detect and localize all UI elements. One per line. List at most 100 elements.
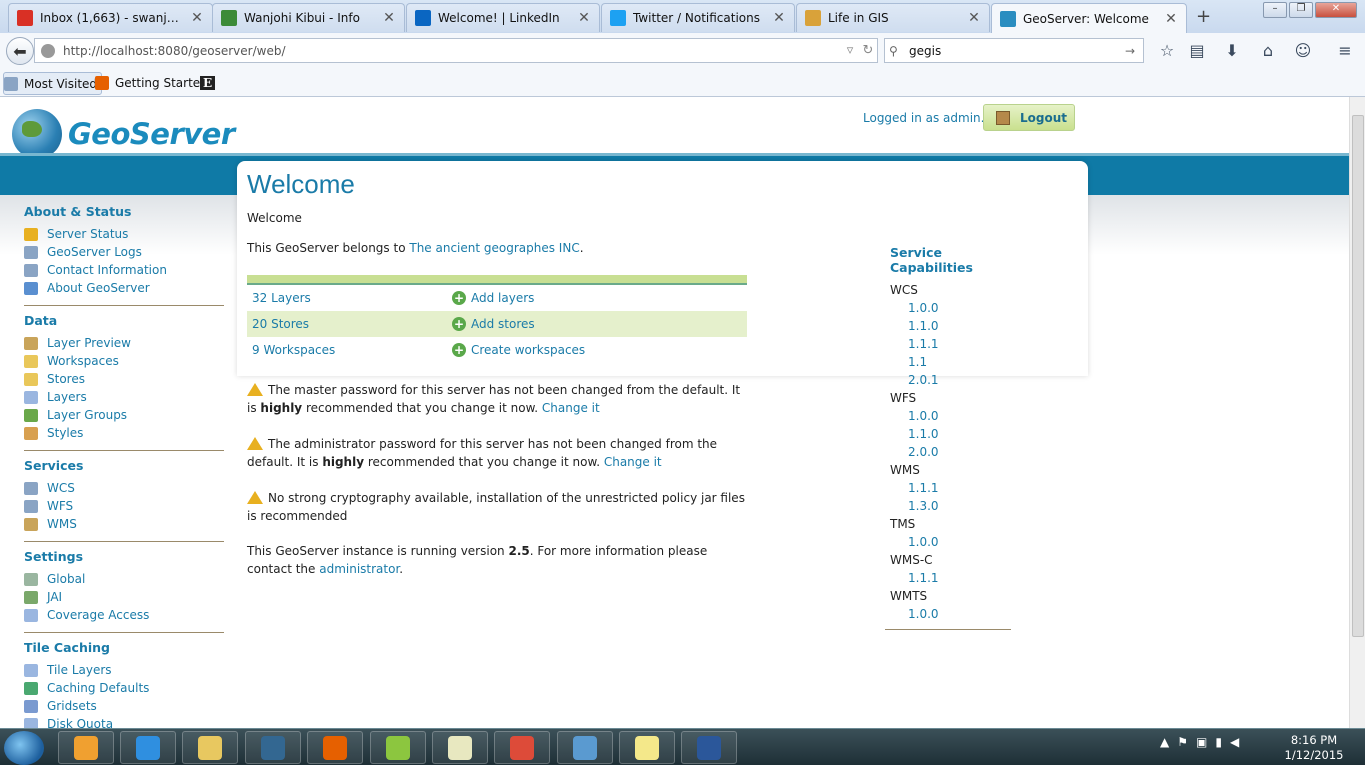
bookmark-star-icon[interactable]: ☆ [1157,42,1177,60]
search-input[interactable] [907,42,1125,59]
tab-inbox-1-663-swanjohi[interactable]: Inbox (1,663) - swanjohi... ✕ [8,3,213,32]
summary-count-link[interactable]: 9 Workspaces [247,343,452,357]
sidebar-item-workspaces[interactable]: Workspaces [24,352,224,370]
sidebar-item-styles[interactable]: Styles [24,424,224,442]
sidebar-item-jai[interactable]: JAI [24,588,224,606]
chat-icon[interactable]: ☺ [1293,42,1313,60]
address-bar[interactable]: ▿ ↻ [34,38,878,63]
maximize-window-icon[interactable]: ❐ [1289,2,1313,18]
sidebar-item-wcs[interactable]: WCS [24,479,224,497]
sidebar-item-wfs[interactable]: WFS [24,497,224,515]
summary-action-link[interactable]: Add layers [471,291,534,305]
taskbar-app-button[interactable] [370,731,426,764]
search-go-icon[interactable]: → [1125,44,1143,58]
sidebar-item-gridsets[interactable]: Gridsets [24,697,224,715]
summary-action[interactable]: + Create workspaces [452,343,585,357]
tab-wanjohi-kibui-info[interactable]: Wanjohi Kibui - Info ✕ [212,3,405,32]
summary-action-link[interactable]: Add stores [471,317,535,331]
sidebar-item-layers[interactable]: Layers [24,388,224,406]
sidebar-item-global[interactable]: Global [24,570,224,588]
change-password-link[interactable]: Change it [604,455,662,469]
scrollbar-thumb[interactable] [1352,115,1364,637]
sidebar-item-disk-quota[interactable]: Disk Quota [24,715,224,728]
change-password-link[interactable]: Change it [542,401,600,415]
summary-count-link[interactable]: 32 Layers [247,291,452,305]
capability-version-link[interactable]: 2.0.0 [908,443,1011,461]
taskbar-app-button[interactable] [619,731,675,764]
device-icon[interactable]: ▣ [1196,735,1207,749]
bookmark-e[interactable]: E [200,72,216,93]
close-tab-icon[interactable]: ✕ [577,10,591,26]
close-tab-icon[interactable]: ✕ [1164,11,1178,27]
summary-count-link[interactable]: 20 Stores [247,317,452,331]
sidebar-item-layer-preview[interactable]: Layer Preview [24,334,224,352]
new-tab-icon[interactable]: + [1196,6,1211,27]
logout-button[interactable]: Logout [983,104,1075,131]
volume-icon[interactable]: ◀ [1230,735,1239,749]
tab-welcome-linkedin[interactable]: Welcome! | LinkedIn ✕ [406,3,600,32]
sidebar-item-wms[interactable]: WMS [24,515,224,533]
bookmarks-menu-icon[interactable]: ▤ [1187,42,1207,60]
bookmark-getting-started[interactable]: Getting Started [95,72,208,93]
sidebar-item-caching-defaults[interactable]: Caching Defaults [24,679,224,697]
sidebar-item-layer-groups[interactable]: Layer Groups [24,406,224,424]
sidebar-item-geoserver-logs[interactable]: GeoServer Logs [24,243,224,261]
capability-version-link[interactable]: 1.1.1 [908,479,1011,497]
taskbar-app-button[interactable] [557,731,613,764]
close-tab-icon[interactable]: ✕ [190,10,204,26]
taskbar-app-button[interactable] [494,731,550,764]
capability-version-link[interactable]: 2.0.1 [908,371,1011,389]
taskbar-app-button[interactable] [307,731,363,764]
capability-version-link[interactable]: 1.1.1 [908,335,1011,353]
capability-version-link[interactable]: 1.1 [908,353,1011,371]
capability-version-link[interactable]: 1.0.0 [908,299,1011,317]
summary-action-link[interactable]: Create workspaces [471,343,585,357]
close-tab-icon[interactable]: ✕ [967,10,981,26]
close-tab-icon[interactable]: ✕ [382,10,396,26]
capability-version-link[interactable]: 1.1.0 [908,425,1011,443]
clock[interactable]: 8:16 PM 1/12/2015 [1283,733,1345,763]
capability-version-link[interactable]: 1.0.0 [908,407,1011,425]
site-identity-icon[interactable] [41,43,55,58]
close-window-icon[interactable]: ✕ [1315,2,1357,18]
sidebar-item-contact-information[interactable]: Contact Information [24,261,224,279]
taskbar-app-button[interactable] [681,731,737,764]
vertical-scrollbar[interactable] [1349,97,1365,728]
tab-twitter-notifications[interactable]: Twitter / Notifications ✕ [601,3,795,32]
tray-expand-icon[interactable]: ▲ [1160,735,1169,749]
taskbar-app-button[interactable] [182,731,238,764]
network-icon[interactable]: ▮ [1215,735,1222,749]
tab-geoserver-welcome[interactable]: GeoServer: Welcome ✕ [991,3,1187,34]
downloads-icon[interactable]: ⬇ [1222,42,1242,60]
summary-action[interactable]: + Add layers [452,291,534,305]
reload-icon[interactable]: ↻ [859,43,877,58]
sidebar-item-coverage-access[interactable]: Coverage Access [24,606,224,624]
capability-version-link[interactable]: 1.0.0 [908,533,1011,551]
taskbar-app-button[interactable] [432,731,488,764]
geoserver-logo[interactable]: GeoServer [12,109,235,159]
capability-version-link[interactable]: 1.1.1 [908,569,1011,587]
home-icon[interactable]: ⌂ [1258,42,1278,60]
start-button[interactable] [4,731,44,765]
taskbar-app-button[interactable] [58,731,114,764]
menu-icon[interactable]: ≡ [1335,42,1355,60]
sidebar-item-server-status[interactable]: Server Status [24,225,224,243]
close-tab-icon[interactable]: ✕ [772,10,786,26]
capability-version-link[interactable]: 1.3.0 [908,497,1011,515]
sidebar-item-stores[interactable]: Stores [24,370,224,388]
capability-version-link[interactable]: 1.0.0 [908,605,1011,623]
action-center-icon[interactable]: ⚑ [1177,735,1188,749]
administrator-link[interactable]: administrator [319,562,399,576]
dropdown-history-icon[interactable]: ▿ [841,43,859,58]
sidebar-item-tile-layers[interactable]: Tile Layers [24,661,224,679]
taskbar-app-button[interactable] [245,731,301,764]
tab-life-in-gis[interactable]: Life in GIS ✕ [796,3,990,32]
sidebar-item-about-geoserver[interactable]: About GeoServer [24,279,224,297]
back-button[interactable]: ⬅ [6,37,34,65]
bookmark-most-visited[interactable]: Most Visited [3,72,103,95]
search-bar[interactable]: ⚲ → [884,38,1144,63]
url-input[interactable] [61,42,841,59]
organization-link[interactable]: The ancient geographes INC [409,241,579,255]
taskbar-app-button[interactable] [120,731,176,764]
summary-action[interactable]: + Add stores [452,317,535,331]
